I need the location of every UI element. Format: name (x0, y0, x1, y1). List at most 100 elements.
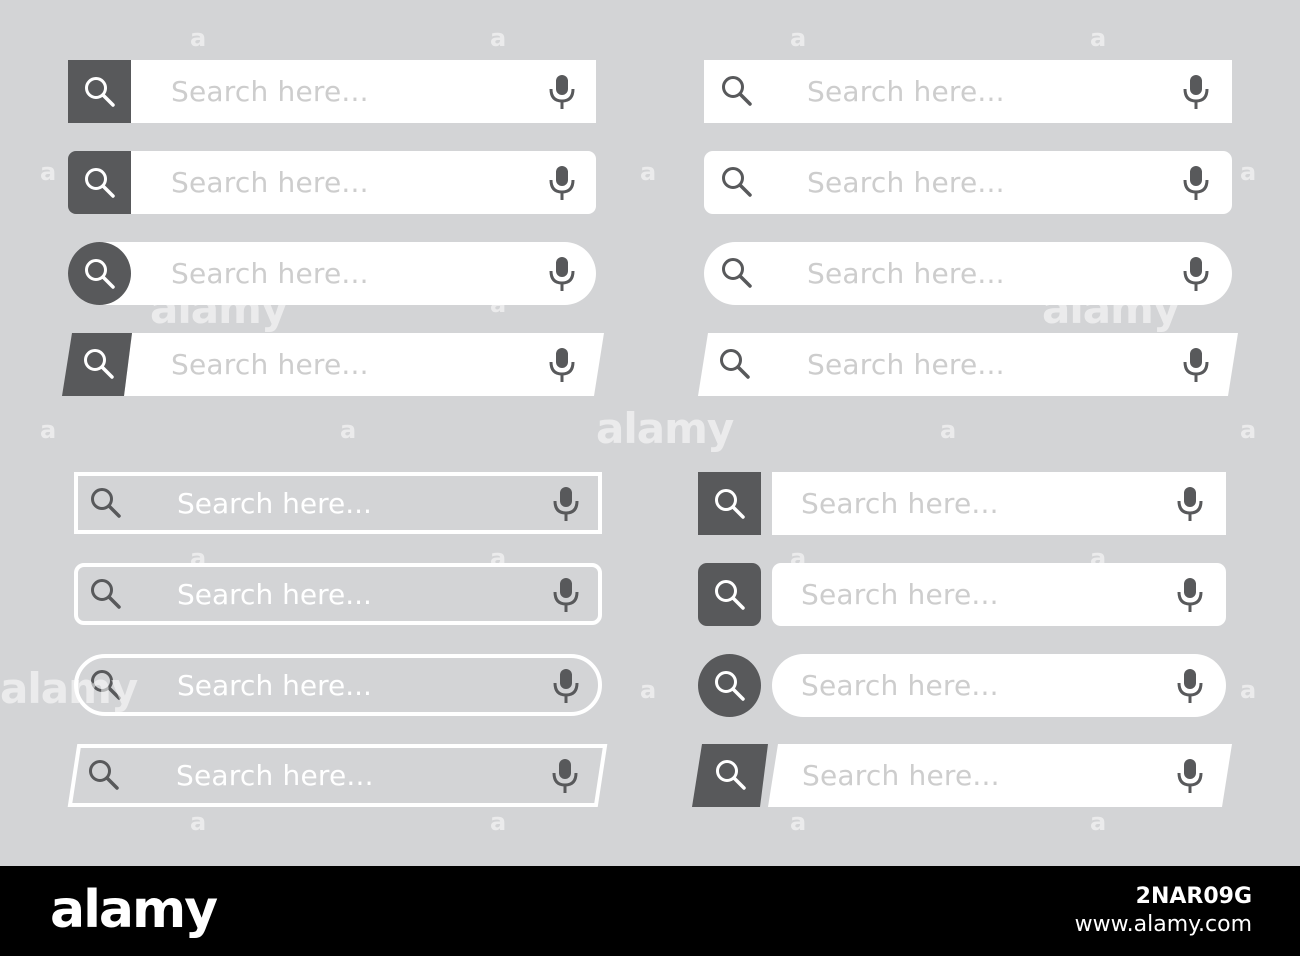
watermark-mark: a (490, 808, 507, 836)
search-input[interactable]: Search here... (772, 472, 1226, 535)
watermark-mark: a (490, 544, 507, 572)
search-bar-outline-rounded[interactable]: Search here... (74, 563, 602, 625)
microphone-icon[interactable] (1176, 577, 1204, 613)
watermark-word: alamy (596, 404, 734, 453)
microphone-icon[interactable] (1182, 347, 1210, 383)
watermark-mark: a (340, 416, 357, 444)
search-button[interactable] (698, 563, 761, 626)
search-icon[interactable] (720, 165, 754, 199)
microphone-icon[interactable] (552, 668, 580, 704)
search-bar-right-rounded: Search here... (704, 151, 1232, 214)
search-placeholder: Search here... (807, 348, 1005, 381)
watermark-word: alamy (150, 284, 288, 333)
watermark-mark: a (490, 24, 507, 52)
watermark-mark: a (40, 158, 57, 186)
watermark-mark: a (640, 158, 657, 186)
search-button[interactable] (698, 654, 761, 717)
search-icon (713, 578, 747, 612)
search-icon (83, 257, 117, 291)
search-bar-outline-square[interactable]: Search here... (74, 472, 602, 534)
search-button[interactable] (68, 151, 131, 214)
microphone-icon[interactable] (1182, 256, 1210, 292)
search-placeholder: Search here... (171, 348, 369, 381)
microphone-icon[interactable] (1176, 758, 1204, 794)
search-icon[interactable] (720, 74, 754, 108)
search-button[interactable] (68, 242, 131, 305)
watermark-mark: a (640, 676, 657, 704)
search-icon[interactable] (82, 347, 116, 381)
microphone-icon[interactable] (552, 577, 580, 613)
search-placeholder: Search here... (807, 75, 1005, 108)
image-id: 2NAR09G (1135, 884, 1252, 909)
search-placeholder: Search here... (807, 257, 1005, 290)
search-bar-left-square: Search here... (68, 60, 596, 123)
microphone-icon[interactable] (548, 74, 576, 110)
watermark-mark: a (1090, 808, 1107, 836)
search-placeholder: Search here... (171, 166, 369, 199)
search-bar-split-pill: Search here... (698, 654, 1226, 717)
search-placeholder: Search here... (802, 759, 1000, 792)
search-input[interactable]: Search here... (704, 151, 1232, 214)
microphone-icon[interactable] (1176, 668, 1204, 704)
watermark-mark: a (1090, 544, 1107, 572)
search-placeholder: Search here... (807, 166, 1005, 199)
search-placeholder: Search here... (171, 75, 369, 108)
search-icon[interactable] (718, 347, 752, 381)
search-icon[interactable] (714, 758, 748, 792)
watermark-mark: a (190, 544, 207, 572)
microphone-icon[interactable] (552, 486, 580, 522)
watermark-mark: a (790, 24, 807, 52)
search-input[interactable]: Search here... (68, 242, 596, 305)
watermark-mark: a (790, 544, 807, 572)
watermark-mark: a (190, 24, 207, 52)
watermark-word: alamy (1042, 284, 1180, 333)
microphone-icon[interactable] (548, 256, 576, 292)
search-input[interactable]: Search here... (171, 333, 471, 396)
stock-footer: alamy 2NAR09G www.alamy.com (0, 866, 1300, 956)
microphone-icon[interactable] (1182, 74, 1210, 110)
microphone-icon[interactable] (1182, 165, 1210, 201)
search-bar-right-slanted: Search here... (698, 333, 1238, 396)
search-button[interactable] (698, 472, 761, 535)
microphone-icon[interactable] (548, 165, 576, 201)
search-bar-split-square: Search here... (698, 472, 1226, 535)
watermark-mark: a (1240, 416, 1257, 444)
brand-logo: alamy (50, 880, 218, 940)
watermark-mark: a (940, 416, 957, 444)
search-placeholder: Search here... (801, 669, 999, 702)
site-url: www.alamy.com (1074, 912, 1252, 937)
search-bar-split-rounded: Search here... (698, 563, 1226, 626)
watermark-mark: a (190, 808, 207, 836)
search-input[interactable]: Search here... (131, 60, 596, 123)
search-icon (713, 669, 747, 703)
watermark-mark: a (1240, 676, 1257, 704)
watermark-mark: a (1090, 24, 1107, 52)
search-icon[interactable] (720, 256, 754, 290)
search-bar-outline-pill[interactable]: Search here... (74, 654, 602, 716)
search-input[interactable]: Search here... (802, 744, 1102, 807)
microphone-icon[interactable] (548, 347, 576, 383)
search-placeholder: Search here... (801, 578, 999, 611)
watermark-mark: a (40, 416, 57, 444)
watermark-mark: a (790, 808, 807, 836)
search-button[interactable] (68, 60, 131, 123)
search-input[interactable]: Search here... (772, 654, 1226, 717)
search-placeholder: Search here... (176, 759, 374, 792)
search-bar-right-square: Search here... (704, 60, 1232, 123)
microphone-icon[interactable] (551, 758, 579, 794)
search-input[interactable]: Search here... (176, 744, 476, 807)
search-placeholder: Search here... (177, 668, 372, 702)
search-input[interactable]: Search here... (131, 151, 596, 214)
watermark-word: alamy (0, 664, 138, 713)
search-placeholder: Search here... (177, 486, 372, 520)
search-icon (89, 577, 123, 611)
search-input[interactable]: Search here... (704, 60, 1232, 123)
search-input[interactable]: Search here... (772, 563, 1226, 626)
search-placeholder: Search here... (801, 487, 999, 520)
search-input[interactable]: Search here... (807, 333, 1107, 396)
search-bar-outline-slanted[interactable]: Search here... (67, 744, 609, 807)
search-icon (83, 75, 117, 109)
microphone-icon[interactable] (1176, 486, 1204, 522)
search-bar-left-pill: Search here... (68, 242, 596, 305)
search-bar-left-slanted: Search here... (62, 333, 604, 396)
